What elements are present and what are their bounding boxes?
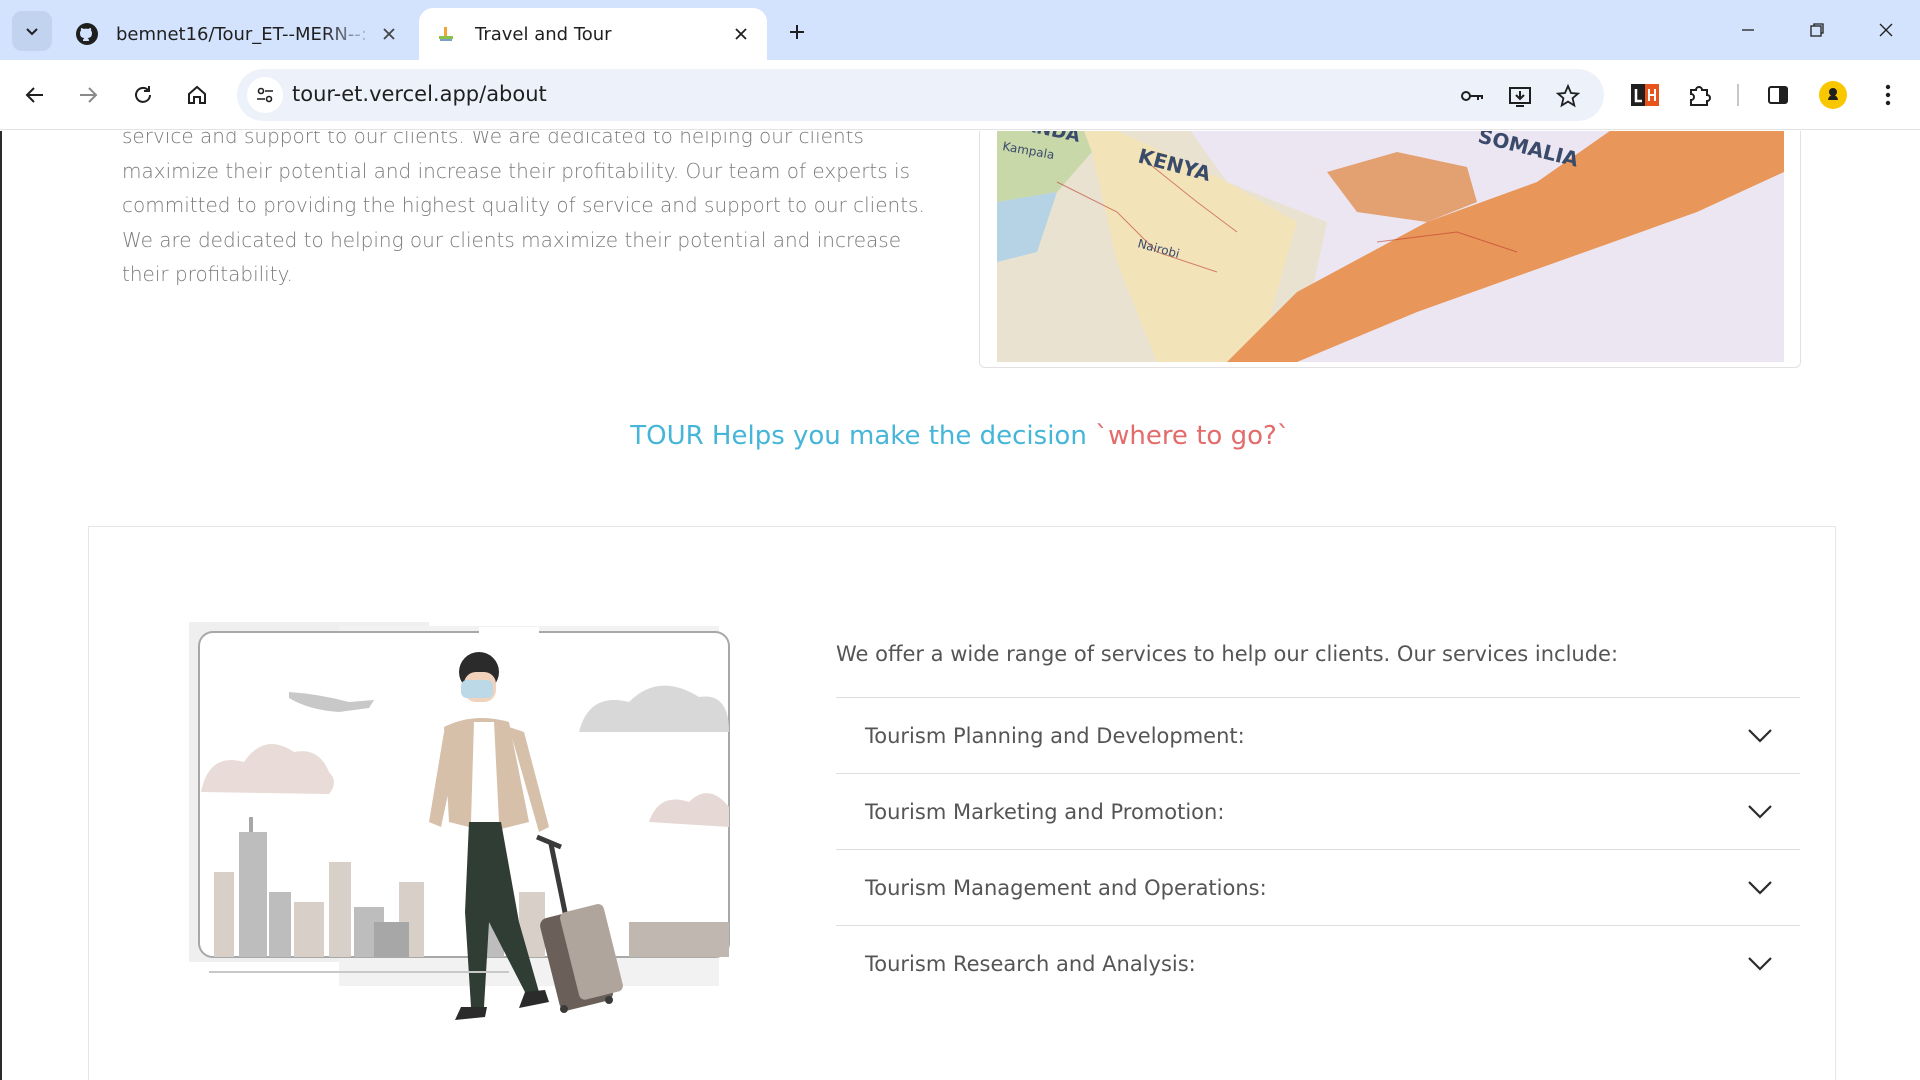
accordion-item-label: Tourism Planning and Development: xyxy=(865,723,1245,748)
chevron-down-icon[interactable] xyxy=(1740,868,1780,908)
services-intro: We offer a wide range of services to hel… xyxy=(836,642,1619,666)
chevron-down-icon[interactable] xyxy=(1740,792,1780,832)
decision-headline: TOUR Helps you make the decision `where … xyxy=(0,421,1920,451)
accordion-item-management[interactable]: Tourism Management and Operations: xyxy=(836,849,1800,925)
about-paragraph: service and support to our clients. We a… xyxy=(122,131,925,286)
tab-title: Travel and Tour xyxy=(475,23,612,45)
tab-travel-and-tour[interactable]: Travel and Tour xyxy=(419,8,767,60)
tab-github[interactable]: bemnet16/Tour_ET--MERN--: to xyxy=(60,8,415,60)
page-content: service and support to our clients. We a… xyxy=(0,131,1920,1080)
github-icon xyxy=(74,21,100,47)
east-africa-map-image: ANDA Kampala KENYA Nairobi SOMALIA xyxy=(997,131,1784,362)
url-text[interactable]: tour-et.vercel.app/about xyxy=(292,82,547,106)
traveler-illustration xyxy=(189,622,749,1032)
tab-strip: bemnet16/Tour_ET--MERN--: to Travel and … xyxy=(0,0,1920,60)
window-left-border xyxy=(0,131,2,1080)
toolbar-divider xyxy=(1737,84,1739,106)
tab-title: bemnet16/Tour_ET--MERN--: to xyxy=(116,23,375,45)
browser-menu-icon[interactable] xyxy=(1870,77,1906,113)
close-tab-icon[interactable] xyxy=(727,20,755,48)
accordion-item-label: Tourism Research and Analysis: xyxy=(865,951,1196,976)
close-tab-icon[interactable] xyxy=(375,20,403,48)
accordion-item-marketing[interactable]: Tourism Marketing and Promotion: xyxy=(836,773,1800,849)
site-info-icon[interactable] xyxy=(247,77,283,113)
install-app-icon[interactable] xyxy=(1505,81,1535,111)
address-bar[interactable]: tour-et.vercel.app/about xyxy=(237,69,1604,121)
side-panel-icon[interactable] xyxy=(1760,77,1796,113)
lighthouse-extension-icon[interactable] xyxy=(1627,77,1663,113)
profile-avatar[interactable] xyxy=(1815,77,1851,113)
services-accordion: Tourism Planning and Development: Touris… xyxy=(836,697,1800,1001)
extensions-puzzle-icon[interactable] xyxy=(1681,77,1717,113)
tab-search-button[interactable] xyxy=(12,11,52,51)
new-tab-icon[interactable] xyxy=(780,15,814,49)
headline-part-2: `where to go?` xyxy=(1095,421,1290,451)
chevron-down-icon[interactable] xyxy=(1740,716,1780,756)
site-favicon-icon xyxy=(433,21,459,47)
accordion-item-label: Tourism Management and Operations: xyxy=(865,875,1267,900)
headline-part-1: TOUR Helps you make the decision xyxy=(630,421,1096,451)
accordion-item-research[interactable]: Tourism Research and Analysis: xyxy=(836,925,1800,1001)
map-card: ANDA Kampala KENYA Nairobi SOMALIA xyxy=(979,131,1801,368)
bookmark-star-icon[interactable] xyxy=(1553,81,1583,111)
accordion-item-planning[interactable]: Tourism Planning and Development: xyxy=(836,697,1800,773)
password-key-icon[interactable] xyxy=(1457,81,1487,111)
home-icon[interactable] xyxy=(177,75,217,115)
restore-icon[interactable] xyxy=(1793,10,1841,50)
chevron-down-icon xyxy=(26,28,38,36)
back-icon[interactable] xyxy=(15,75,55,115)
minimize-icon[interactable] xyxy=(1724,10,1772,50)
accordion-item-label: Tourism Marketing and Promotion: xyxy=(865,799,1225,824)
forward-icon[interactable] xyxy=(68,75,108,115)
chevron-down-icon[interactable] xyxy=(1740,944,1780,984)
reload-icon[interactable] xyxy=(123,75,163,115)
services-section: We offer a wide range of services to hel… xyxy=(88,526,1836,1080)
close-window-icon[interactable] xyxy=(1862,10,1910,50)
browser-toolbar: tour-et.vercel.app/about xyxy=(0,60,1920,130)
